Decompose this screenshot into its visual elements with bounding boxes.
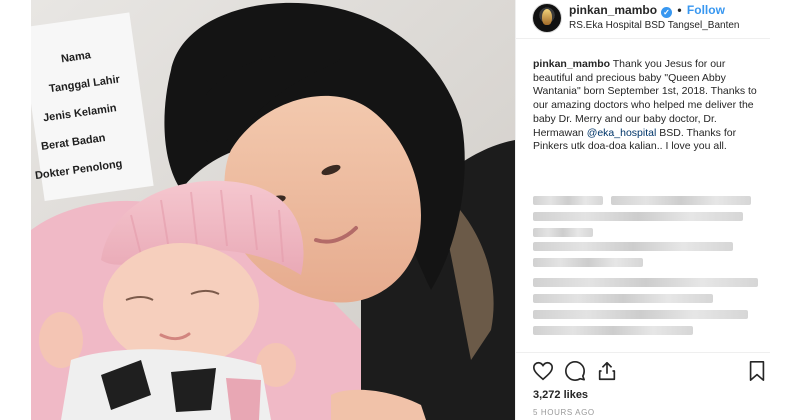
post-photo[interactable]: Nama Tanggal Lahir Jenis Kelamin Berat B… bbox=[31, 0, 515, 420]
follow-button[interactable]: Follow bbox=[687, 3, 725, 17]
comment-icon[interactable] bbox=[564, 360, 586, 382]
avatar[interactable] bbox=[532, 3, 562, 33]
verified-badge-icon: ✓ bbox=[661, 7, 673, 18]
actions-divider bbox=[516, 352, 770, 354]
likes-count[interactable]: 3,272 likes bbox=[533, 389, 588, 401]
heart-icon[interactable] bbox=[532, 360, 554, 382]
post-caption: pinkan_mambo Thank you Jesus for our bea… bbox=[533, 58, 761, 154]
caption-username[interactable]: pinkan_mambo bbox=[533, 58, 610, 70]
post-sidebar: pinkan_mambo ✓ • Follow RS.Eka Hospital B… bbox=[515, 0, 770, 420]
post-timestamp: 5 HOURS AGO bbox=[533, 408, 595, 417]
blurred-comments bbox=[533, 192, 761, 350]
post-header: pinkan_mambo ✓ • Follow RS.Eka Hospital B… bbox=[516, 0, 770, 39]
location-link[interactable]: RS.Eka Hospital BSD Tangsel_Banten bbox=[569, 20, 739, 31]
username-link[interactable]: pinkan_mambo bbox=[569, 3, 657, 17]
photo-illustration: Nama Tanggal Lahir Jenis Kelamin Berat B… bbox=[31, 0, 515, 420]
separator-dot: • bbox=[677, 3, 682, 17]
caption-mention-link[interactable]: @eka_hospital bbox=[587, 127, 657, 139]
share-icon[interactable] bbox=[596, 360, 618, 382]
header-row: pinkan_mambo ✓ • Follow bbox=[569, 3, 725, 18]
bookmark-icon[interactable] bbox=[746, 360, 768, 382]
